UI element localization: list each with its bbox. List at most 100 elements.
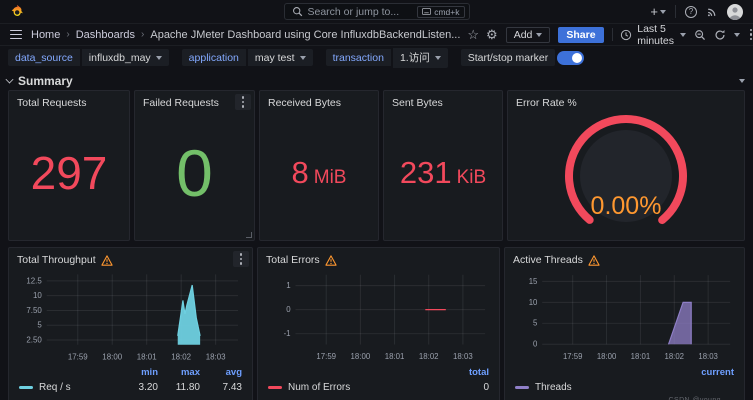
panel-title: Total Errors (266, 254, 320, 266)
series-color-swatch (515, 386, 529, 389)
svg-text:17:59: 17:59 (563, 352, 582, 361)
data-source-select[interactable]: influxdb_may (82, 49, 169, 66)
search-input[interactable]: Search or jump to... cmd+k (284, 3, 470, 20)
legend-header[interactable]: min (116, 367, 158, 378)
marker-toggle[interactable] (557, 51, 584, 65)
user-avatar[interactable] (727, 4, 743, 20)
svg-text:18:01: 18:01 (137, 353, 157, 362)
time-range-picker[interactable]: Last 5 minutes (620, 23, 685, 47)
panel-menu-button[interactable] (235, 94, 251, 110)
breadcrumb-dashboards[interactable]: Dashboards (76, 29, 135, 41)
svg-text:18:00: 18:00 (102, 353, 122, 362)
legend-item[interactable]: Threads (515, 379, 734, 395)
panel-title: Failed Requests (143, 97, 246, 109)
panel-menu-button[interactable] (233, 251, 249, 267)
svg-text:0: 0 (286, 305, 291, 314)
chevron-down-icon (435, 56, 441, 60)
legend-header[interactable]: total (447, 367, 489, 378)
panel-resize-handle[interactable] (246, 232, 252, 238)
dashboard-toolbar: Home › Dashboards › Apache JMeter Dashbo… (0, 24, 753, 46)
menu-toggle-icon[interactable] (8, 28, 24, 42)
svg-text:5: 5 (37, 321, 42, 330)
failed-requests-value: 0 (176, 140, 213, 206)
legend-item[interactable]: Num of Errors 0 (268, 379, 489, 395)
svg-text:18:02: 18:02 (665, 352, 684, 361)
error-rate-value: 0.00% (591, 192, 662, 220)
charts-panels-row: Total Throughput 17:59 18:00 18:01 18:02 18:… (0, 247, 753, 400)
variable-label: data_source (8, 49, 80, 66)
new-button[interactable]: + (650, 5, 666, 18)
panel-received-bytes: Received Bytes 8 MiB (259, 90, 379, 241)
section-title: Summary (18, 74, 73, 88)
panel-title: Total Throughput (17, 254, 96, 266)
svg-text:1: 1 (286, 281, 290, 290)
more-options-icon (240, 94, 247, 110)
breadcrumb-home[interactable]: Home (31, 29, 60, 41)
svg-text:18:00: 18:00 (351, 352, 371, 361)
series-color-swatch (19, 386, 33, 389)
legend-header[interactable]: max (158, 367, 200, 378)
legend-max-value: 11.80 (158, 382, 200, 393)
chevron-down-icon (156, 56, 162, 60)
svg-text:18:00: 18:00 (597, 352, 617, 361)
refresh-icon[interactable] (714, 29, 726, 41)
warning-icon[interactable] (101, 255, 113, 266)
legend-header[interactable]: avg (200, 367, 242, 378)
clock-icon (620, 29, 632, 41)
plus-icon: + (650, 5, 658, 18)
add-button[interactable]: Add (506, 27, 551, 43)
panel-failed-requests: Failed Requests 0 (134, 90, 255, 241)
svg-text:2.50: 2.50 (26, 336, 42, 345)
svg-text:10: 10 (33, 291, 42, 300)
svg-text:18:02: 18:02 (171, 353, 191, 362)
chevron-down-icon[interactable] (734, 33, 740, 37)
more-options-icon[interactable] (748, 27, 753, 43)
chart-legend: min max avg Req / s 3.20 11.80 7.43 (17, 365, 244, 395)
svg-text:0: 0 (533, 340, 538, 349)
variable-label: application (182, 49, 246, 66)
news-rss-icon[interactable] (706, 6, 718, 18)
chevron-down-icon (6, 75, 14, 83)
variable-data-source: data_source influxdb_may (8, 49, 169, 66)
legend-item[interactable]: Req / s 3.20 11.80 7.43 (19, 379, 242, 395)
section-collapse-icon[interactable] (739, 79, 745, 83)
panel-title: Sent Bytes (392, 97, 494, 109)
star-icon[interactable]: ☆ (467, 27, 479, 43)
sent-bytes-value: 231 KiB (400, 157, 486, 188)
threads-chart[interactable]: 17:5918:0018:0118:0218:03051015 (513, 269, 736, 365)
help-icon[interactable]: ? (685, 6, 697, 18)
zoom-out-icon[interactable] (694, 29, 706, 41)
settings-gear-icon[interactable]: ⚙ (486, 27, 498, 43)
chevron-down-icon (660, 10, 666, 14)
grafana-logo[interactable] (10, 4, 25, 19)
panel-total-errors: Total Errors 17:5918:0018:0118:0218:0310… (257, 247, 500, 400)
warning-icon[interactable] (325, 255, 337, 266)
variable-application: application may test (182, 49, 313, 66)
svg-text:18:03: 18:03 (453, 352, 473, 361)
application-select[interactable]: may test (248, 49, 313, 66)
breadcrumb-dashboard-title[interactable]: Apache JMeter Dashboard using Core Influ… (150, 29, 460, 41)
svg-text:18:02: 18:02 (419, 352, 439, 361)
breadcrumb-separator: › (66, 29, 69, 40)
breadcrumb-separator: › (141, 29, 144, 40)
svg-text:18:01: 18:01 (385, 352, 405, 361)
divider (675, 5, 676, 18)
chevron-down-icon (680, 33, 686, 37)
legend-min-value: 3.20 (116, 382, 158, 393)
throughput-chart[interactable]: 17:5918:0018:0118:0218:032.5057.501012.5 (17, 269, 244, 365)
transaction-select[interactable]: 1.访问 (393, 48, 448, 68)
breadcrumb: Home › Dashboards › Apache JMeter Dashbo… (31, 29, 460, 41)
divider (612, 28, 613, 41)
legend-avg-value: 7.43 (200, 382, 242, 393)
svg-text:5: 5 (533, 319, 537, 328)
share-button[interactable]: Share (558, 27, 603, 43)
svg-text:10: 10 (529, 298, 538, 307)
warning-icon[interactable] (588, 255, 600, 266)
errors-chart[interactable]: 17:5918:0018:0118:0218:0310-1 (266, 269, 491, 365)
chevron-down-icon (300, 56, 306, 60)
svg-text:15: 15 (529, 277, 538, 286)
legend-header[interactable]: current (692, 367, 734, 378)
svg-text:18:03: 18:03 (698, 352, 717, 361)
total-requests-value: 297 (31, 150, 108, 196)
summary-section-header[interactable]: Summary (0, 69, 753, 90)
